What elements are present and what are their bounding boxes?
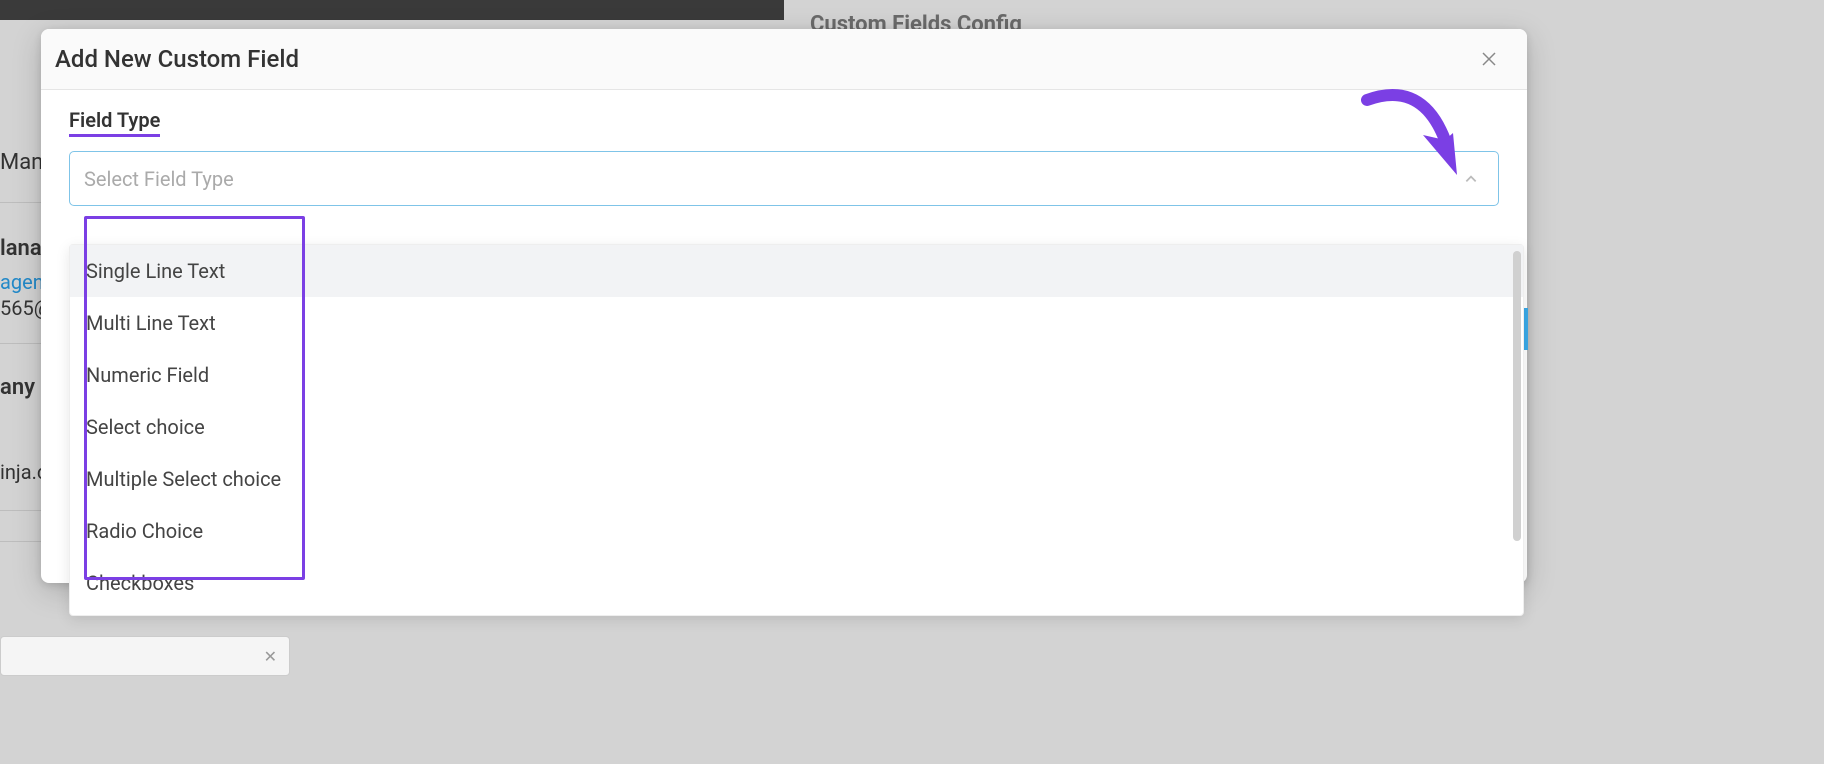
dropdown-option-numeric[interactable]: Numeric Field [70,349,1523,401]
dropdown-option-checkboxes[interactable]: Checkboxes [70,557,1523,609]
field-type-dropdown: Single Line Text Multi Line Text Numeric… [69,244,1524,616]
field-type-select[interactable]: Select Field Type [69,151,1499,206]
chevron-up-icon [1464,172,1478,186]
dropdown-option-select[interactable]: Select choice [70,401,1523,453]
bg-text-agent: agen [0,270,44,294]
dropdown-option-single-line[interactable]: Single Line Text [70,245,1523,297]
bg-text-mana2: lana [0,236,42,261]
modal-header: Add New Custom Field [41,29,1527,90]
dropdown-scrollbar[interactable] [1513,251,1521,541]
field-type-label: Field Type [69,108,160,137]
dropdown-option-radio[interactable]: Radio Choice [70,505,1523,557]
select-placeholder: Select Field Type [84,167,234,191]
dropdown-option-multi-select[interactable]: Multiple Select choice [70,453,1523,505]
bg-text-any: any [0,375,35,400]
close-icon: ✕ [264,647,277,666]
close-button[interactable] [1477,47,1501,71]
modal-title: Add New Custom Field [55,45,299,73]
modal-body: Field Type Select Field Type [41,90,1527,226]
add-custom-field-modal: Add New Custom Field Field Type Select F… [41,29,1527,583]
bg-dark-bar [0,0,784,20]
close-icon [1481,51,1497,67]
bg-select: ✕ [0,636,290,676]
dropdown-option-multi-line[interactable]: Multi Line Text [70,297,1523,349]
